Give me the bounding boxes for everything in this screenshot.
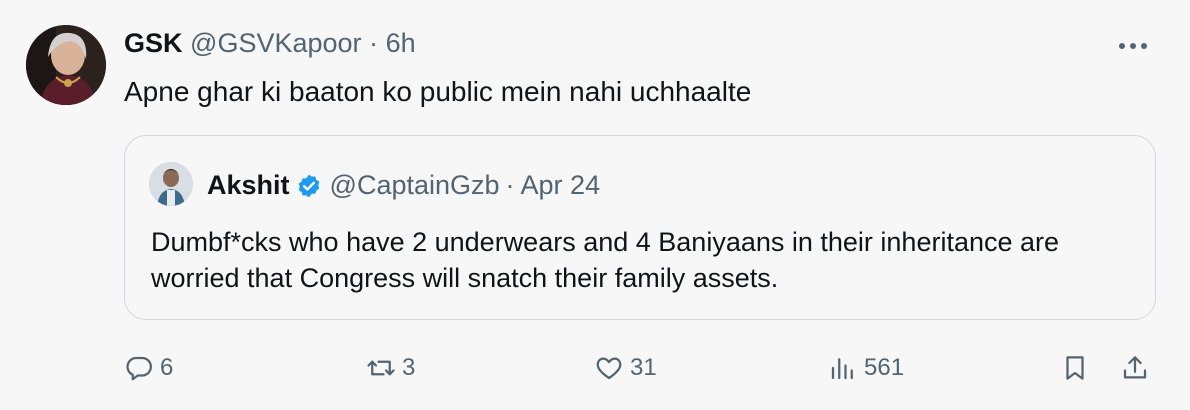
tweet-time[interactable]: 6h — [386, 28, 416, 58]
quoted-tweet[interactable]: Akshit @CaptainGzb · Apr 24 Dumbf*cks wh… — [124, 135, 1156, 320]
heart-icon — [596, 357, 622, 380]
header-separator: · — [369, 28, 379, 58]
repost-button[interactable]: 3 — [366, 346, 415, 390]
views-button[interactable]: 561 — [828, 346, 904, 390]
more-options-button[interactable] — [1114, 36, 1154, 56]
quoted-avatar-image — [149, 162, 193, 206]
reply-icon — [126, 356, 152, 381]
like-count: 31 — [630, 354, 657, 381]
quoted-author-avatar[interactable] — [149, 162, 193, 206]
author-avatar[interactable] — [26, 25, 106, 105]
quoted-separator: · — [505, 170, 515, 200]
repost-icon — [367, 360, 395, 376]
bookmark-icon — [1066, 356, 1084, 380]
share-icon — [1123, 356, 1147, 379]
quoted-time[interactable]: Apr 24 — [521, 170, 601, 201]
author-handle[interactable]: @GSVKapoor — [190, 28, 362, 58]
avatar-image — [26, 25, 106, 105]
more-icon — [1119, 43, 1147, 49]
repost-count: 3 — [402, 354, 416, 381]
quoted-header: Akshit @CaptainGzb · Apr 24 — [207, 170, 600, 201]
share-button[interactable] — [1120, 346, 1150, 390]
quoted-author-name[interactable]: Akshit — [207, 170, 290, 201]
tweet-header: GSK @GSVKapoor · 6h — [124, 28, 416, 59]
tweet-actions: 6 3 31 561 — [124, 346, 1164, 390]
tweet-text: Apne ghar ki baaton ko public mein nahi … — [124, 76, 752, 107]
views-count: 561 — [864, 354, 905, 381]
like-button[interactable]: 31 — [594, 346, 657, 390]
bookmark-button[interactable] — [1060, 346, 1090, 390]
quoted-author-handle[interactable]: @CaptainGzb — [330, 170, 500, 201]
author-name[interactable]: GSK — [124, 28, 183, 58]
reply-button[interactable]: 6 — [124, 346, 173, 390]
views-icon — [831, 358, 853, 380]
reply-count: 6 — [160, 354, 174, 381]
verified-badge-icon — [296, 173, 322, 199]
quoted-text: Dumbf*cks who have 2 underwears and 4 Ba… — [151, 227, 1060, 293]
